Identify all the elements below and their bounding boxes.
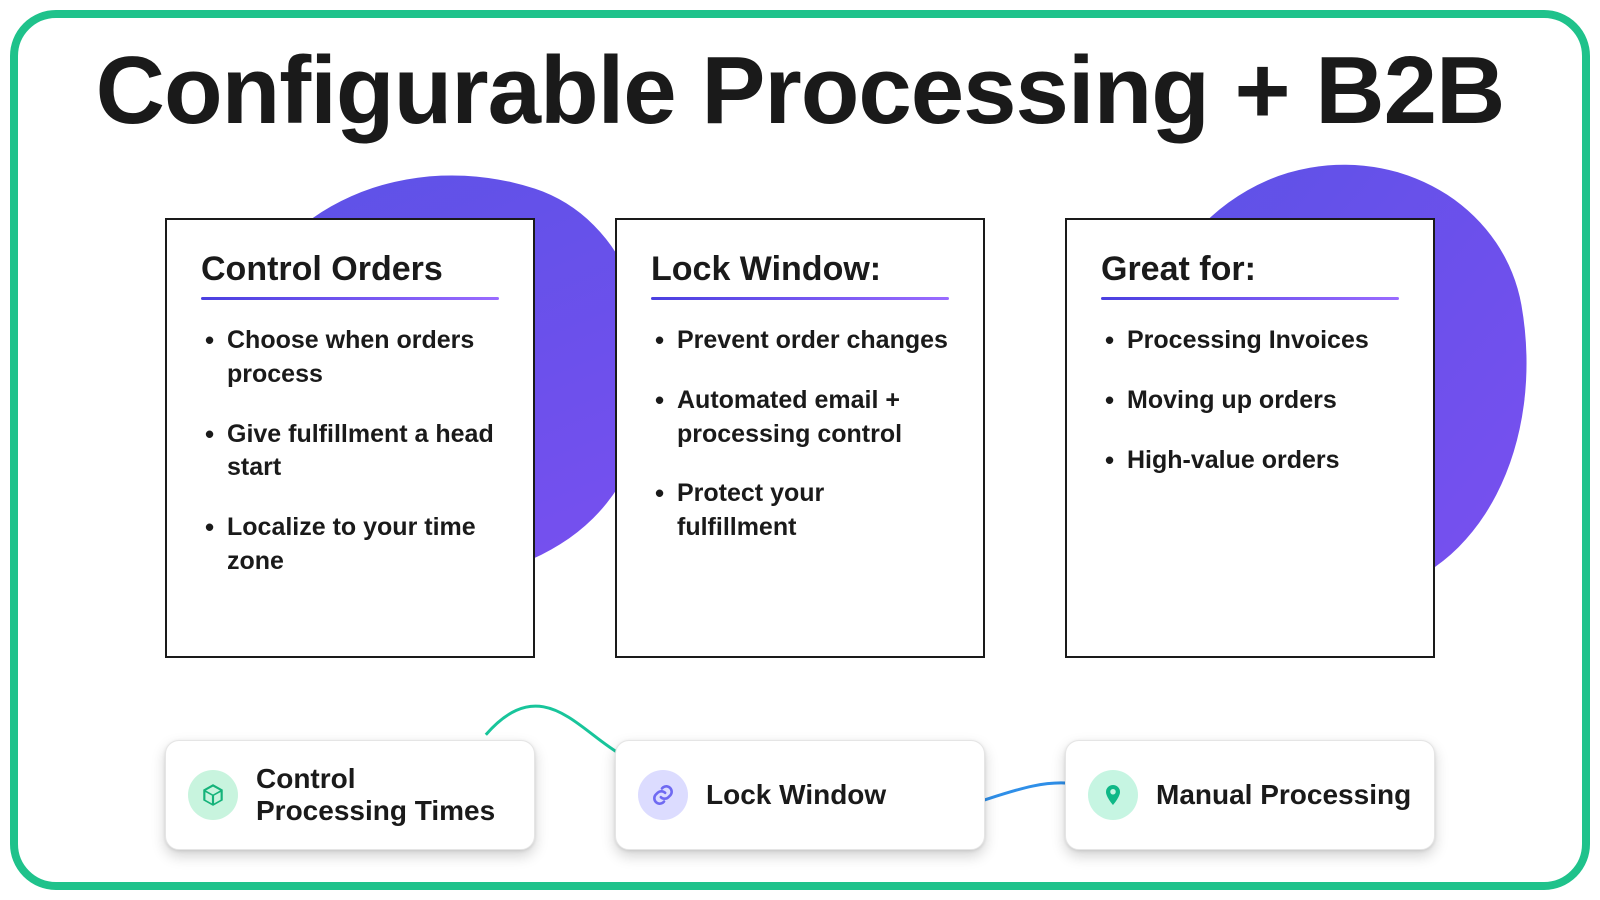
list-item: Prevent order changes <box>655 324 949 358</box>
card-list: Prevent order changes Automated email + … <box>651 324 949 545</box>
card-control-orders: Control Orders Choose when orders proces… <box>165 218 535 658</box>
pill-label: Control Processing Times <box>256 763 512 827</box>
pill-row: Control Processing Times Lock Window Man… <box>18 740 1582 850</box>
card-great-for: Great for: Processing Invoices Moving up… <box>1065 218 1435 658</box>
card-row: Control Orders Choose when orders proces… <box>18 218 1582 658</box>
pill-label: Lock Window <box>706 779 886 811</box>
link-icon <box>638 770 688 820</box>
list-item: Localize to your time zone <box>205 511 499 579</box>
list-item: High-value orders <box>1105 444 1399 478</box>
list-item: Choose when orders process <box>205 324 499 392</box>
card-list: Processing Invoices Moving up orders Hig… <box>1101 324 1399 477</box>
card-list: Choose when orders process Give fulfillm… <box>201 324 499 579</box>
card-heading: Lock Window: <box>651 250 949 289</box>
card-heading: Great for: <box>1101 250 1399 289</box>
list-item: Automated email + processing control <box>655 384 949 452</box>
box-icon <box>188 770 238 820</box>
pill-control-processing-times: Control Processing Times <box>165 740 535 850</box>
card-underline <box>1101 297 1399 300</box>
pill-manual-processing: Manual Processing <box>1065 740 1435 850</box>
card-underline <box>201 297 499 300</box>
list-item: Moving up orders <box>1105 384 1399 418</box>
pill-label: Manual Processing <box>1156 779 1411 811</box>
pin-icon <box>1088 770 1138 820</box>
diagram-frame: Configurable Processing + B2B Control Or… <box>10 10 1590 890</box>
card-underline <box>651 297 949 300</box>
list-item: Give fulfillment a head start <box>205 418 499 486</box>
list-item: Processing Invoices <box>1105 324 1399 358</box>
card-lock-window: Lock Window: Prevent order changes Autom… <box>615 218 985 658</box>
card-heading: Control Orders <box>201 250 499 289</box>
page-title: Configurable Processing + B2B <box>18 36 1582 146</box>
pill-lock-window: Lock Window <box>615 740 985 850</box>
list-item: Protect your fulfillment <box>655 477 949 545</box>
